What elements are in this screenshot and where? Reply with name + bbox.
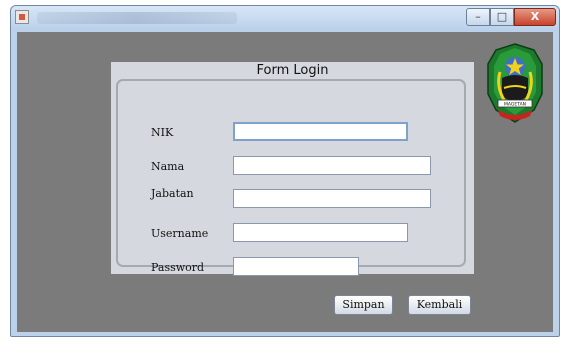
maximize-button[interactable]: □ [490,8,514,26]
app-window: – □ X Form Login NIK Nama Jabatan Userna… [10,5,560,337]
password-label: Password [151,261,205,274]
minimize-button[interactable]: – [466,8,490,26]
nik-field[interactable] [233,122,408,141]
jabatan-label: Jabatan [151,187,194,200]
back-button[interactable]: Kembali [408,295,471,315]
jabatan-field[interactable] [233,189,431,208]
content-area: Form Login NIK Nama Jabatan Username Pas… [17,32,553,332]
close-button[interactable]: X [514,8,556,26]
login-panel: Form Login NIK Nama Jabatan Username Pas… [111,62,474,276]
title-bar[interactable]: – □ X [11,6,559,31]
nama-label: Nama [151,160,185,173]
username-field[interactable] [233,223,408,242]
password-field[interactable] [233,257,359,276]
regency-emblem-icon: MAGETAN [487,43,543,123]
java-app-icon [15,10,29,24]
username-label: Username [151,227,209,240]
nik-label: NIK [151,126,174,139]
svg-text:MAGETAN: MAGETAN [504,102,526,108]
nama-field[interactable] [233,156,431,175]
save-button[interactable]: Simpan [334,295,393,315]
window-title-blurred [37,12,237,24]
form-title: Form Login [256,63,329,78]
